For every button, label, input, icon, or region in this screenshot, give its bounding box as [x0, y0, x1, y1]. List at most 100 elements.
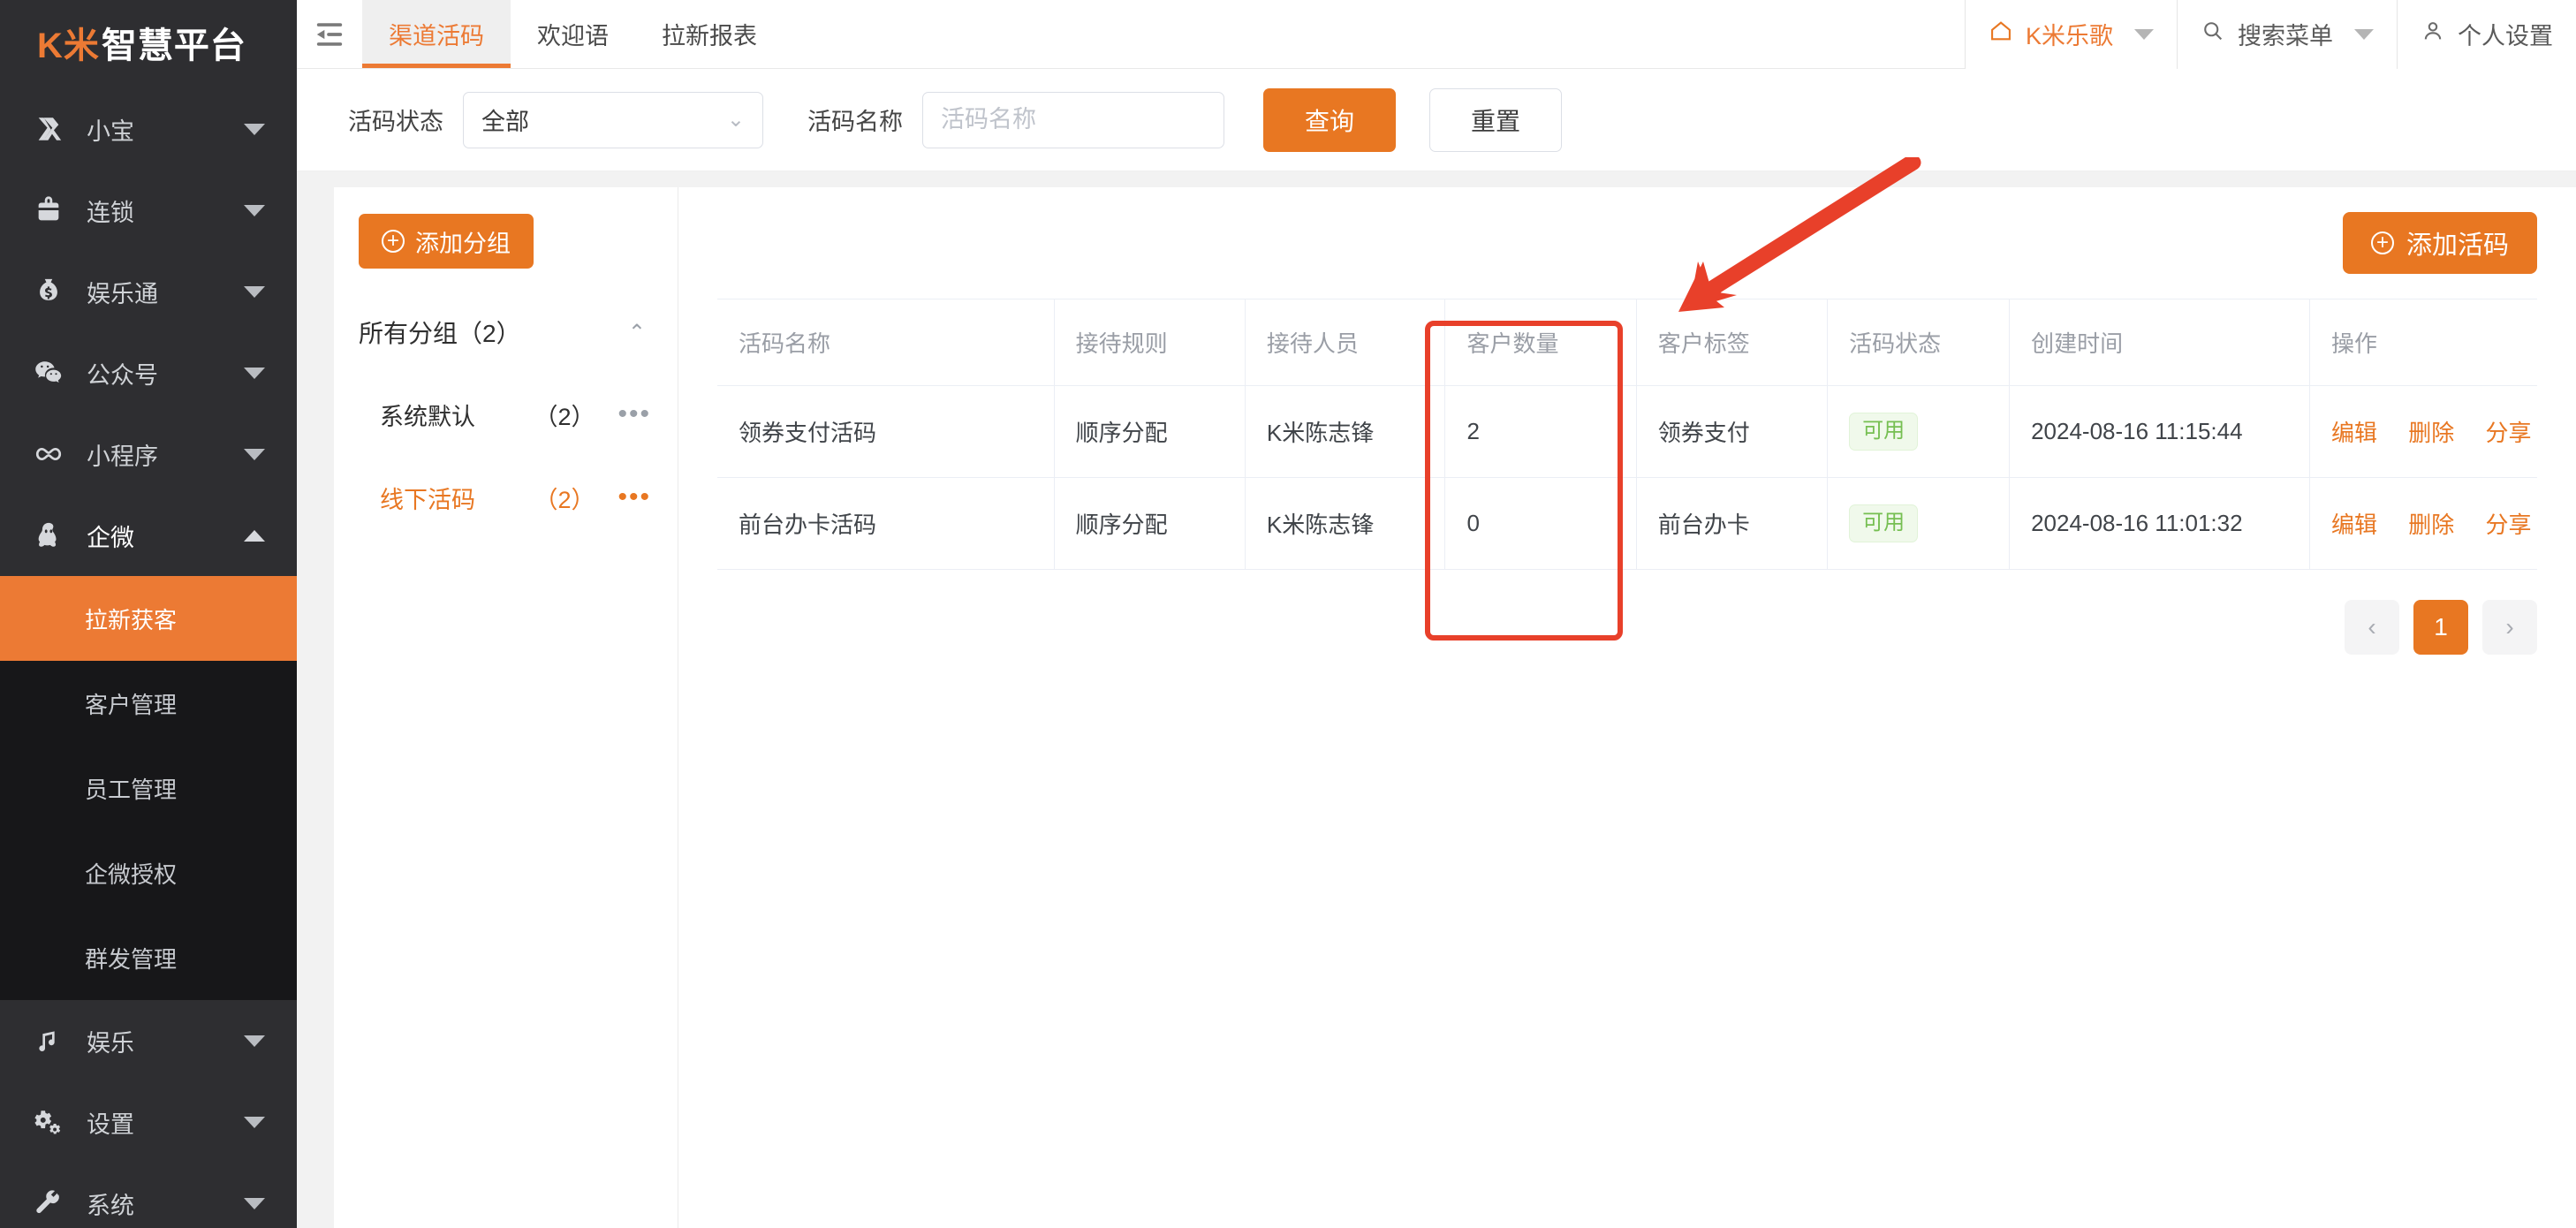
cell-staff: K米陈志锋 [1245, 477, 1446, 570]
status-badge: 可用 [1849, 504, 1919, 542]
sidebar-subitem-label: 企微授权 [85, 860, 178, 888]
sidebar-item-label: 连锁 [87, 199, 134, 226]
sidebar-item-label: 小程序 [87, 443, 158, 470]
pagination-prev[interactable]: ‹ [2345, 600, 2399, 655]
huoma-table: 活码名称 接待规则 接待人员 客户数量 客户标签 活码状态 创建时间 操作 领券… [717, 299, 2537, 570]
pagination-next[interactable]: › [2482, 600, 2537, 655]
sidebar-nav: 小宝 连锁 娱乐通 公众号 小程序 企微 拉新获客 客户管理 员工管理 企微授权… [0, 85, 297, 1228]
cell-name: 前台办卡活码 [717, 477, 1055, 570]
content-tabs: 渠道活码 欢迎语 拉新报表 [362, 0, 784, 68]
chevron-down-icon [244, 1116, 265, 1128]
search-menu-button[interactable]: 搜索菜单 [2177, 0, 2397, 69]
status-filter-select[interactable]: 全部 ⌄ [463, 91, 763, 148]
name-filter-input[interactable] [922, 91, 1224, 148]
column-header-rule: 接待规则 [1054, 299, 1246, 386]
cell-actions: 编辑 删除 分享 [2309, 385, 2537, 478]
sidebar-item-yule[interactable]: 娱乐 [0, 1000, 297, 1081]
sidebar-item-shezhi[interactable]: 设置 [0, 1081, 297, 1163]
chevron-down-icon [244, 448, 265, 460]
cell-created: 2024-08-16 11:01:32 [2009, 477, 2310, 570]
home-icon [1989, 19, 2013, 49]
sidebar-subitem-qiweishouquan[interactable]: 企微授权 [0, 830, 297, 915]
sidebar-item-lianshuo[interactable]: 连锁 [0, 170, 297, 251]
add-group-button[interactable]: 添加分组 [359, 214, 534, 269]
sidebar-item-xitong[interactable]: 系统 [0, 1163, 297, 1228]
cell-actions: 编辑 删除 分享 [2309, 477, 2537, 570]
column-header-actions: 操作 [2309, 299, 2537, 386]
sidebar-item-yuletong[interactable]: 娱乐通 [0, 251, 297, 332]
cell-rule: 顺序分配 [1054, 385, 1246, 478]
reset-button[interactable]: 重置 [1429, 87, 1562, 152]
edit-action[interactable]: 编辑 [2331, 420, 2377, 446]
user-icon [2421, 19, 2445, 49]
collapse-sidebar-icon[interactable] [297, 0, 362, 68]
cell-rule: 顺序分配 [1054, 477, 1246, 570]
chevron-down-icon [2354, 28, 2374, 40]
delete-action[interactable]: 删除 [2408, 512, 2454, 538]
sidebar-subitem-yuangongguanli[interactable]: 员工管理 [0, 746, 297, 830]
sidebar-item-gongzhonghao[interactable]: 公众号 [0, 332, 297, 413]
main-area: 渠道活码 欢迎语 拉新报表 K米乐歌 搜索菜单 个人设置 活码状态 全部 ⌄ 活… [297, 0, 2576, 1228]
group-item-count: （2） [534, 403, 595, 430]
query-button[interactable]: 查询 [1263, 87, 1396, 152]
tab-laxin-baobiao[interactable]: 拉新报表 [635, 0, 784, 68]
sidebar-subitem-label: 员工管理 [85, 776, 178, 803]
brand-logo: K米 智慧平台 [0, 0, 297, 85]
sidebar-item-qiwei[interactable]: 企微 [0, 495, 297, 576]
cell-customer-count: 2 [1444, 385, 1637, 478]
delete-action[interactable]: 删除 [2408, 420, 2454, 446]
group-more-icon[interactable]: ••• [617, 482, 651, 512]
edit-action[interactable]: 编辑 [2331, 512, 2377, 538]
table-row[interactable]: 前台办卡活码 顺序分配 K米陈志锋 0 前台办卡 可用 2024-08-16 1… [717, 477, 2537, 570]
table-header: 活码名称 接待规则 接待人员 客户数量 客户标签 活码状态 创建时间 操作 [717, 299, 2537, 386]
group-item-system-default[interactable]: 系统默认 （2） ••• [334, 373, 678, 456]
group-item-label: 线下活码 [380, 486, 475, 513]
add-group-label: 添加分组 [415, 230, 511, 257]
all-groups-header[interactable]: 所有分组（2） ⌃ [334, 292, 678, 373]
sidebar-subitem-kehuguanli[interactable]: 客户管理 [0, 661, 297, 746]
cell-status: 可用 [1827, 477, 2011, 570]
add-code-button[interactable]: 添加活码 [2342, 212, 2537, 274]
sidebar-subitem-label: 客户管理 [85, 691, 178, 718]
column-header-staff: 接待人员 [1245, 299, 1446, 386]
share-action[interactable]: 分享 [2485, 420, 2531, 446]
tab-huanyingyu[interactable]: 欢迎语 [511, 0, 635, 68]
brand-logo-rest: 智慧平台 [101, 27, 246, 65]
pagination-page-1[interactable]: 1 [2413, 600, 2468, 655]
wrench-icon [30, 1188, 67, 1218]
chevron-down-icon [244, 123, 265, 135]
chevron-down-icon: ⌄ [726, 108, 745, 132]
sidebar-subitem-qunfaguanli[interactable]: 群发管理 [0, 915, 297, 1000]
name-filter-label: 活码名称 [807, 109, 903, 135]
tenant-label: K米乐歌 [2025, 23, 2113, 49]
group-item-offline-code[interactable]: 线下活码 （2） ••• [334, 456, 678, 539]
sidebar-item-label: 设置 [87, 1111, 134, 1138]
column-header-tag: 客户标签 [1636, 299, 1829, 386]
sidebar-item-label: 系统 [87, 1192, 134, 1219]
sidebar-item-label: 娱乐 [87, 1029, 134, 1057]
profile-settings-button[interactable]: 个人设置 [2397, 0, 2576, 69]
sidebar-item-xiaobao[interactable]: 小宝 [0, 88, 297, 170]
share-action[interactable]: 分享 [2485, 512, 2531, 538]
table-row[interactable]: 领券支付活码 顺序分配 K米陈志锋 2 领券支付 可用 2024-08-16 1… [717, 385, 2537, 478]
cell-tag: 领券支付 [1636, 385, 1829, 478]
filter-bar: 活码状态 全部 ⌄ 活码名称 查询 重置 [297, 69, 2576, 171]
tab-qudao-huoma[interactable]: 渠道活码 [362, 0, 511, 68]
tenant-selector[interactable]: K米乐歌 [1964, 0, 2177, 69]
sidebar-item-xiaochengxu[interactable]: 小程序 [0, 413, 297, 495]
sidebar-subitem-laxinhuoke[interactable]: 拉新获客 [0, 576, 297, 661]
miniprogram-icon [30, 439, 67, 469]
add-code-label: 添加活码 [2406, 231, 2509, 260]
cell-created: 2024-08-16 11:15:44 [2009, 385, 2310, 478]
column-header-created: 创建时间 [2009, 299, 2310, 386]
topbar-right-controls: K米乐歌 搜索菜单 个人设置 [1964, 0, 2576, 69]
content-body: 添加分组 所有分组（2） ⌃ 系统默认 （2） ••• 线下活码 （2） [297, 171, 2576, 1228]
group-more-icon[interactable]: ••• [617, 399, 651, 429]
group-item-label: 系统默认 [380, 403, 475, 430]
wechat-icon [30, 358, 67, 388]
profile-settings-label: 个人设置 [2458, 23, 2553, 49]
tab-label: 拉新报表 [662, 23, 757, 49]
bag-icon [30, 195, 67, 225]
all-groups-label: 所有分组（2） [359, 320, 521, 347]
app-root: K米 智慧平台 小宝 连锁 娱乐通 公众号 小程序 企微 拉新获客 客户管理 员… [0, 0, 2576, 1228]
